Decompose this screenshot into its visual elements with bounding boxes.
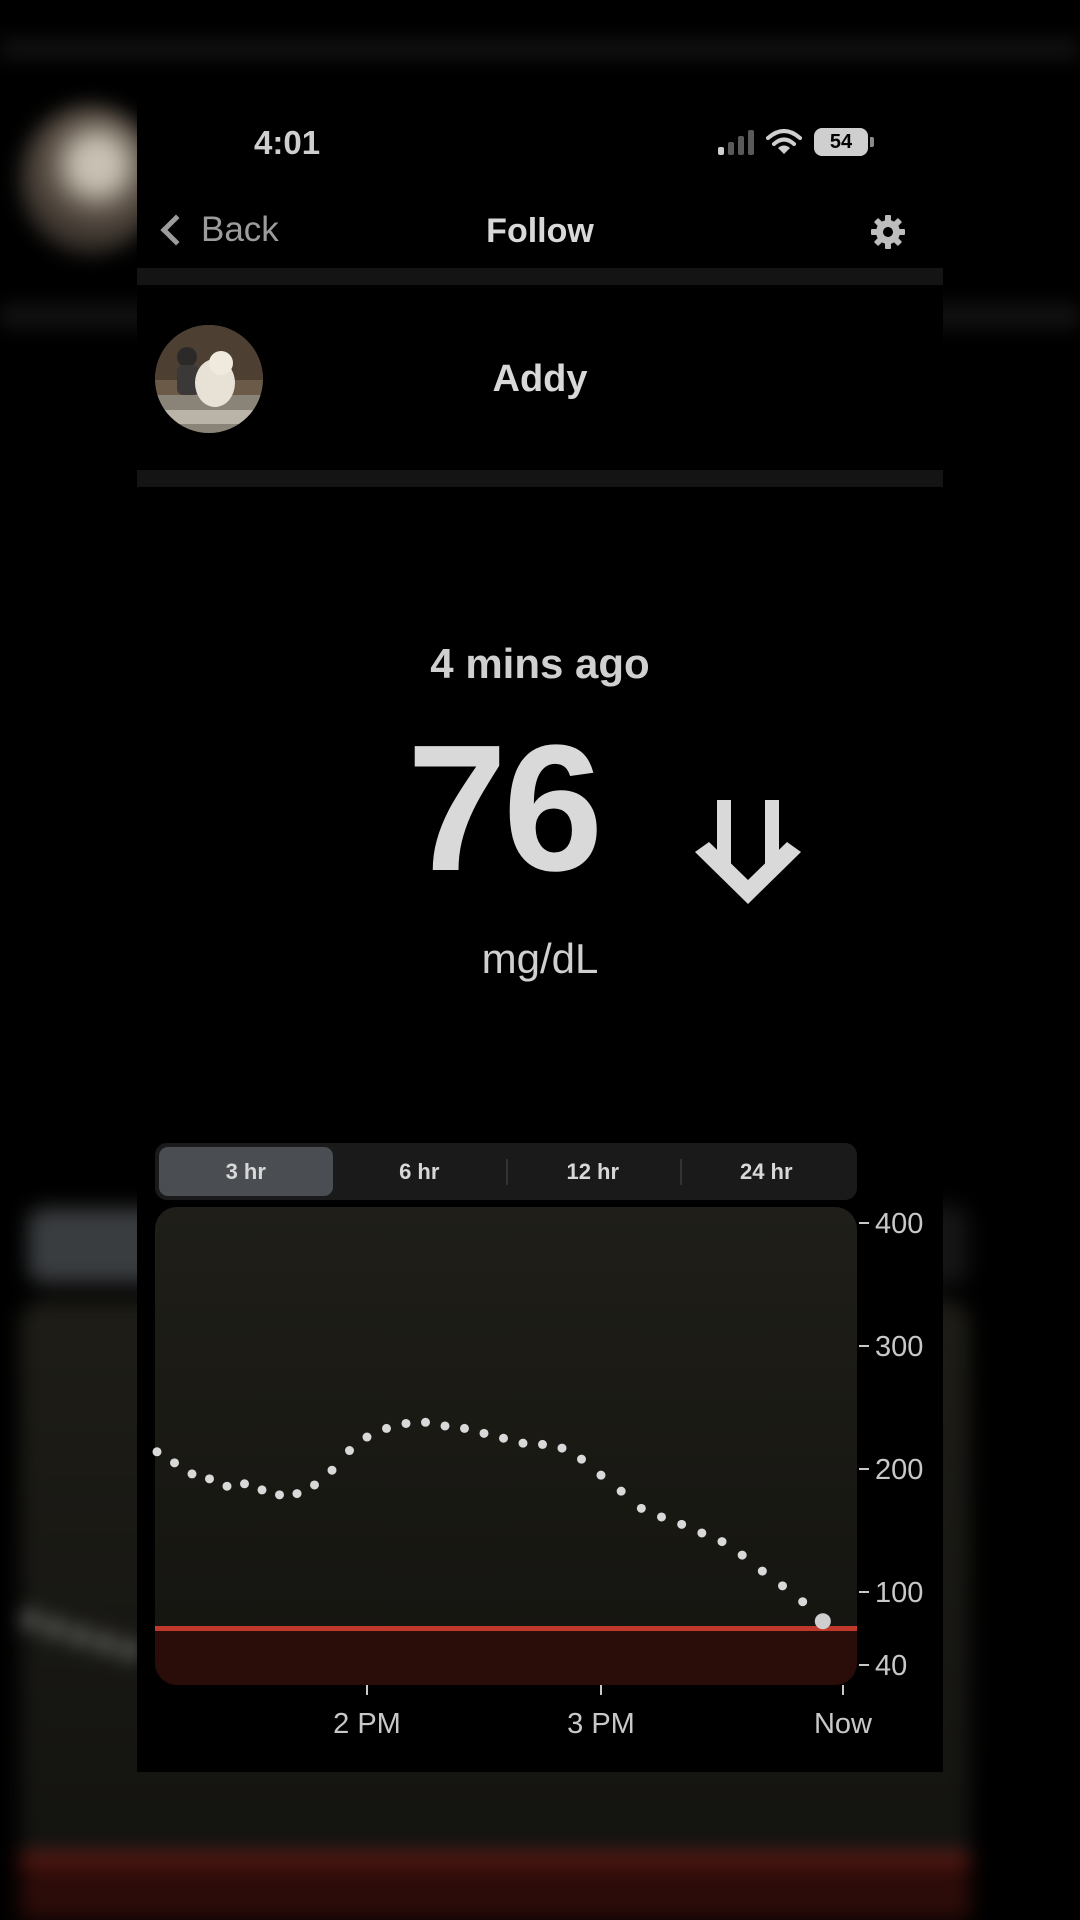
background-low-band [20, 1855, 970, 1920]
glucose-point [596, 1470, 606, 1480]
latest-reading-point [814, 1613, 831, 1630]
glucose-point [240, 1479, 249, 1489]
glucose-point [460, 1423, 469, 1433]
wifi-icon [766, 129, 802, 154]
glucose-point [421, 1417, 430, 1427]
y-tick-label: 400 [875, 1208, 923, 1240]
glucose-point [778, 1581, 787, 1591]
tab-12-hr[interactable]: 12 hr [506, 1147, 680, 1196]
glucose-point [292, 1489, 302, 1499]
glucose-chart: 400 300 200 100 40 2 PM 3 PM Now [152, 1207, 935, 1747]
glucose-point [757, 1566, 767, 1576]
glucose-point [187, 1469, 197, 1479]
x-tick-label: 2 PM [333, 1708, 401, 1740]
time-range-tabs: 3 hr 6 hr 12 hr 24 hr [155, 1143, 857, 1200]
glucose-point [327, 1465, 337, 1475]
low-range-band [155, 1628, 857, 1685]
chart-background [155, 1207, 857, 1685]
glucose-unit: mg/dL [481, 935, 599, 982]
glucose-point [518, 1438, 528, 1448]
double-down-arrow-icon [695, 800, 801, 904]
divider [137, 470, 943, 487]
glucose-point [152, 1447, 162, 1457]
glucose-point [479, 1428, 489, 1438]
y-tick-label: 40 [875, 1650, 907, 1682]
glucose-point [499, 1433, 508, 1443]
glucose-point [798, 1597, 808, 1607]
status-icons: 54 [718, 128, 874, 156]
x-tick-label: Now [814, 1708, 873, 1740]
glucose-point [636, 1503, 646, 1513]
y-tick-label: 100 [875, 1577, 923, 1609]
gear-icon[interactable] [868, 212, 908, 252]
tab-3-hr[interactable]: 3 hr [159, 1147, 333, 1196]
glucose-point [205, 1474, 214, 1484]
glucose-chart-svg: 400 300 200 100 40 2 PM 3 PM Now [152, 1207, 923, 1740]
phone-screen: 4:01 54 Back Follow Addy 4 mins ago 76 m… [137, 100, 943, 1772]
nav-bar: Back Follow [137, 190, 943, 280]
status-bar: 4:01 54 [137, 100, 943, 190]
glucose-point [697, 1528, 707, 1538]
glucose-point [362, 1432, 372, 1442]
glucose-value: 76 [407, 708, 603, 909]
glucose-point [677, 1519, 687, 1529]
glucose-point [440, 1421, 450, 1431]
glucose-point [538, 1439, 547, 1449]
divider [137, 268, 943, 285]
x-tick-label: 3 PM [567, 1708, 635, 1740]
glucose-point [257, 1485, 267, 1495]
signal-icon [718, 129, 754, 155]
profile-row[interactable]: Addy [137, 285, 943, 460]
tab-24-hr[interactable]: 24 hr [679, 1147, 854, 1196]
tab-6-hr[interactable]: 6 hr [333, 1147, 507, 1196]
glucose-point [222, 1481, 232, 1491]
y-tick-label: 300 [875, 1331, 923, 1363]
y-tick-label: 200 [875, 1454, 923, 1486]
glucose-point [577, 1454, 586, 1464]
glucose-point [401, 1418, 411, 1428]
reading-time-ago: 4 mins ago [430, 640, 650, 687]
glucose-point [737, 1550, 747, 1560]
profile-name: Addy [492, 358, 588, 400]
glucose-point [170, 1458, 179, 1468]
glucose-point [717, 1537, 727, 1547]
glucose-point [616, 1486, 626, 1496]
glucose-point [275, 1490, 284, 1500]
background-band [0, 40, 1080, 58]
glucose-point [557, 1443, 567, 1453]
glucose-point [382, 1423, 391, 1433]
glucose-point [345, 1446, 354, 1456]
glucose-point [310, 1480, 319, 1490]
status-time: 4:01 [254, 124, 321, 161]
page-title: Follow [486, 212, 594, 250]
glucose-point [657, 1512, 666, 1522]
battery-icon: 54 [814, 128, 874, 156]
